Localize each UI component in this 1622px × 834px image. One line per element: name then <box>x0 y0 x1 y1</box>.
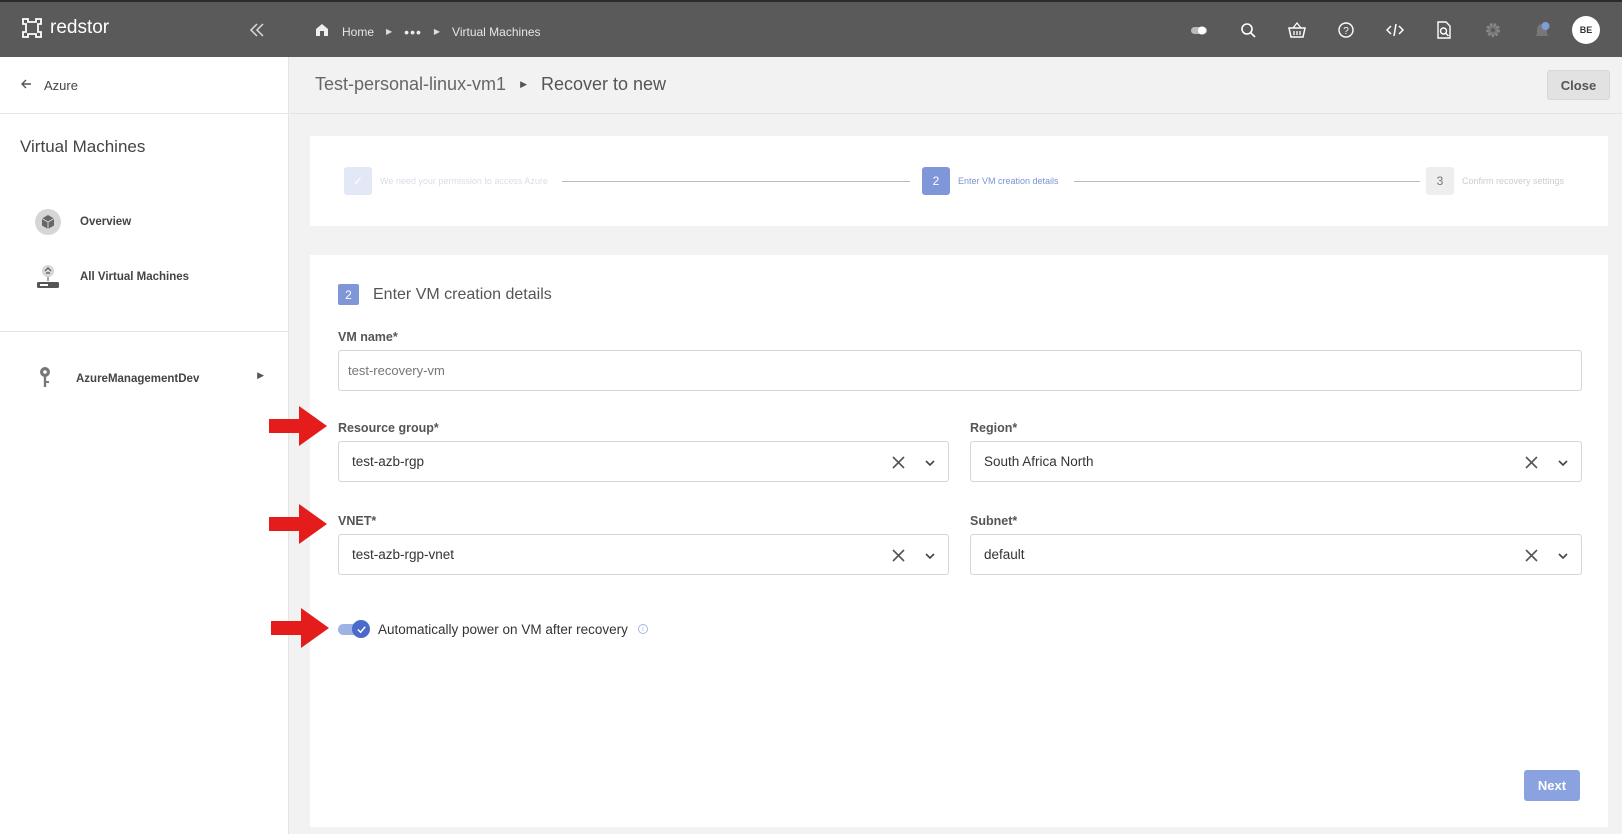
breadcrumb: Home ▶ ••• ▶ Virtual Machines <box>314 22 541 41</box>
step-label: Confirm recovery settings <box>1462 176 1565 186</box>
vnet-select[interactable]: test-azb-rgp-vnet <box>338 534 949 575</box>
vm-name-input[interactable] <box>338 350 1582 391</box>
clear-icon[interactable] <box>1524 548 1539 563</box>
resource-group-label: Resource group* <box>338 421 439 435</box>
notification-icon[interactable] <box>1517 15 1566 45</box>
toggle-icon[interactable] <box>1174 15 1223 45</box>
auto-power-on-row: Automatically power on VM after recovery… <box>338 620 648 638</box>
subnet-label: Subnet* <box>970 514 1018 528</box>
clear-icon[interactable] <box>891 455 906 470</box>
annotation-arrow-icon <box>271 608 329 648</box>
key-icon <box>38 366 52 391</box>
all-vms-icon <box>34 263 62 291</box>
breadcrumb-home[interactable]: Home <box>342 25 374 39</box>
vm-details-form: 2 Enter VM creation details VM name* Res… <box>310 255 1608 827</box>
vnet-value: test-azb-rgp-vnet <box>352 547 455 562</box>
breadcrumb-current[interactable]: Virtual Machines <box>452 25 541 39</box>
search-icon[interactable] <box>1223 15 1272 45</box>
step-connector <box>1074 181 1420 182</box>
annotation-arrow-icon <box>269 504 327 544</box>
page-header: Test-personal-linux-vm1 ▶ Recover to new… <box>290 57 1622 114</box>
step-done-icon: ✓ <box>344 167 372 195</box>
crumb-separator-icon: ▶ <box>520 79 527 89</box>
vm-name-crumb[interactable]: Test-personal-linux-vm1 <box>315 74 506 95</box>
action-crumb: Recover to new <box>541 74 667 94</box>
collapse-sidebar-icon[interactable] <box>248 21 266 39</box>
sidebar-item-overview[interactable]: Overview <box>34 208 131 236</box>
breadcrumb-ellipsis[interactable]: ••• <box>404 25 422 39</box>
form-title: Enter VM creation details <box>373 285 552 303</box>
resource-group-value: test-azb-rgp <box>352 454 425 469</box>
clear-icon[interactable] <box>1524 455 1539 470</box>
top-bar: redstor Home ▶ ••• ▶ Virtual Machines ? … <box>0 0 1622 57</box>
vm-name-label: VM name* <box>338 330 398 344</box>
sidebar-item-label: Overview <box>80 216 132 228</box>
resource-group-select[interactable]: test-azb-rgp <box>338 441 949 482</box>
sidebar-item-tenant[interactable]: AzureManagementDev ▶ <box>38 366 264 391</box>
info-icon[interactable]: i <box>637 624 648 634</box>
sidebar: Azure Virtual Machines Overview All Virt… <box>0 57 289 834</box>
code-icon[interactable] <box>1370 15 1419 45</box>
clear-icon[interactable] <box>891 548 906 563</box>
checkmark-icon <box>352 620 370 638</box>
step-label: We need your permission to access Azure <box>380 176 548 186</box>
chevron-down-icon[interactable] <box>924 457 936 469</box>
chevron-down-icon[interactable] <box>1557 550 1569 562</box>
form-step-number: 2 <box>338 284 359 305</box>
chevron-down-icon[interactable] <box>924 550 936 562</box>
sidebar-divider <box>0 331 289 332</box>
step-permission: ✓ We need your permission to access Azur… <box>344 167 548 195</box>
step-number: 3 <box>1426 167 1454 195</box>
step-confirm: 3 Confirm recovery settings <box>1426 167 1564 195</box>
form-heading: 2 Enter VM creation details <box>338 284 552 305</box>
region-value: South Africa North <box>984 454 1094 469</box>
help-icon[interactable]: ? <box>1321 15 1370 45</box>
auto-power-on-toggle[interactable] <box>338 620 370 638</box>
inspect-icon[interactable] <box>1419 15 1468 45</box>
stepper: ✓ We need your permission to access Azur… <box>310 136 1608 226</box>
brand-name: redstor <box>50 17 110 38</box>
step-vm-details: 2 Enter VM creation details <box>922 167 1059 195</box>
subnet-value: default <box>984 547 1025 562</box>
basket-icon[interactable] <box>1272 15 1321 45</box>
step-number: 2 <box>922 167 950 195</box>
top-icons: ? BE <box>1174 15 1600 45</box>
region-select[interactable]: South Africa North <box>970 441 1582 482</box>
breadcrumb-separator-icon: ▶ <box>433 27 441 36</box>
page-title: Test-personal-linux-vm1 ▶ Recover to new <box>315 74 666 95</box>
brand-logo[interactable]: redstor <box>20 16 109 40</box>
next-button[interactable]: Next <box>1524 770 1580 801</box>
chevron-down-icon[interactable] <box>1557 457 1569 469</box>
back-link-label: Azure <box>44 77 78 93</box>
annotation-arrow-icon <box>269 406 327 446</box>
redstor-logo-icon <box>22 18 42 38</box>
overview-icon <box>34 208 62 236</box>
sidebar-item-label: All Virtual Machines <box>80 271 190 283</box>
gear-icon[interactable] <box>1468 15 1517 45</box>
home-icon[interactable] <box>314 22 330 41</box>
arrow-left-icon <box>20 78 32 93</box>
region-label: Region* <box>970 421 1018 435</box>
close-button[interactable]: Close <box>1547 70 1610 100</box>
auto-power-on-label: Automatically power on VM after recovery <box>378 621 628 637</box>
subnet-select[interactable]: default <box>970 534 1582 575</box>
sidebar-item-all-virtual-machines[interactable]: All Virtual Machines <box>34 263 189 291</box>
caret-right-icon[interactable]: ▶ <box>257 370 264 381</box>
tenant-label: AzureManagementDev <box>76 372 200 385</box>
back-link[interactable]: Azure <box>0 57 288 114</box>
sidebar-title: Virtual Machines <box>20 137 146 156</box>
breadcrumb-separator-icon: ▶ <box>386 27 393 36</box>
step-connector <box>562 181 910 182</box>
avatar[interactable]: BE <box>1572 16 1600 44</box>
vnet-label: VNET* <box>338 514 377 528</box>
svg-text:?: ? <box>1343 26 1349 37</box>
step-label: Enter VM creation details <box>958 176 1059 186</box>
